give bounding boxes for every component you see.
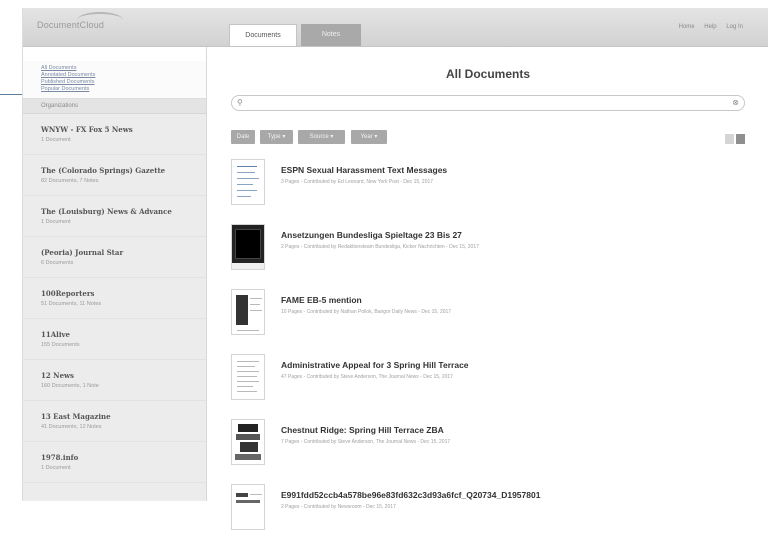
main-panel: All Documents ⚲ ⊗ Date Type ▾ Source ▾ Y…	[207, 47, 768, 530]
document-thumbnail[interactable]	[231, 289, 265, 335]
clear-search-icon[interactable]: ⊗	[732, 98, 739, 107]
sidebar: All Documents Annotated Documents Publis…	[23, 47, 207, 501]
document-item[interactable]: E991fdd52ccb4a578be96e83fd632c3d93a6fcf_…	[231, 484, 751, 540]
document-item[interactable]: Chestnut Ridge: Spring Hill Terrace ZBA …	[231, 419, 751, 475]
home-link[interactable]: Home	[679, 24, 695, 30]
document-meta: 7 Pages - Contributed by Steve Anderson,…	[281, 439, 451, 445]
list-view-icon[interactable]	[725, 134, 734, 144]
sidebar-item-organization[interactable]: The (Colorado Springs) Gazette 82 Documen…	[23, 155, 206, 196]
organization-name: 1978.info	[41, 453, 79, 462]
sidebar-item-organization[interactable]: The (Louisburg) News & Advance 1 Document	[23, 196, 206, 237]
document-meta: 3 Pages - Contributed by Ed Leonard, New…	[281, 179, 434, 185]
grid-view-icon[interactable]	[736, 134, 745, 144]
tab-notes[interactable]: Notes	[301, 24, 361, 46]
document-title[interactable]: Chestnut Ridge: Spring Hill Terrace ZBA	[281, 425, 444, 435]
tab-documents[interactable]: Documents	[229, 24, 297, 46]
organization-name: 12 News	[41, 371, 74, 380]
organization-stats: 51 Documents, 11 Notes	[41, 301, 102, 307]
sidebar-item-organization[interactable]: 13 East Magazine 41 Documents, 12 Notes	[23, 401, 206, 442]
page-title: All Documents	[445, 67, 530, 81]
sidebar-link-all[interactable]: All Documents	[41, 65, 206, 72]
sidebar-item-organization[interactable]: WNYW - FX Fox 5 News 1 Document	[23, 114, 206, 155]
document-meta: 10 Pages - Contributed by Nathan Pollok,…	[281, 309, 452, 315]
view-toggles	[723, 131, 745, 149]
sidebar-item-organization[interactable]: 11Alive 155 Documents	[23, 319, 206, 360]
organization-name: The (Colorado Springs) Gazette	[41, 166, 166, 175]
document-thumbnail[interactable]	[231, 159, 265, 205]
filter-button-source[interactable]: Source ▾	[298, 130, 345, 144]
organization-stats: 1 Document	[41, 219, 71, 225]
organization-name: WNYW - FX Fox 5 News	[41, 125, 133, 134]
document-thumbnail[interactable]	[231, 419, 265, 465]
document-thumbnail[interactable]	[231, 354, 265, 400]
organization-stats: 155 Documents	[41, 342, 80, 348]
sidebar-link-popular[interactable]: Popular Documents	[41, 86, 206, 93]
filter-label: Source	[309, 134, 329, 140]
sidebar-link-published[interactable]: Published Documents	[41, 79, 206, 86]
sidebar-links: All Documents Annotated Documents Publis…	[23, 47, 206, 99]
accent-line	[0, 94, 22, 95]
search-icon: ⚲	[237, 98, 243, 107]
document-meta: 47 Pages - Contributed by Steve Anderson…	[281, 374, 453, 380]
filter-button-year[interactable]: Year ▾	[351, 130, 387, 144]
organization-name: 11Alive	[41, 330, 71, 339]
filter-button-type[interactable]: Type ▾	[260, 130, 293, 144]
organization-stats: 160 Documents, 1 Note	[41, 383, 99, 389]
organization-name: (Peoria) Journal Star	[41, 248, 124, 257]
sidebar-item-organization[interactable]: 12 News 160 Documents, 1 Note	[23, 360, 206, 401]
top-links: Home Help Log In	[671, 24, 743, 30]
organization-stats: 82 Documents, 7 Notes	[41, 178, 99, 184]
sidebar-item-organization[interactable]: (Peoria) Journal Star 6 Documents	[23, 237, 206, 278]
document-title[interactable]: E991fdd52ccb4a578be96e83fd632c3d93a6fcf_…	[281, 490, 540, 500]
sidebar-link-annotated[interactable]: Annotated Documents	[41, 72, 206, 79]
document-thumbnail[interactable]	[231, 224, 265, 270]
document-thumbnail[interactable]	[231, 484, 265, 530]
organization-name: The (Louisburg) News & Advance	[41, 207, 172, 216]
organization-stats: 1 Document	[41, 465, 71, 471]
help-link[interactable]: Help	[704, 24, 716, 30]
document-item[interactable]: ESPN Sexual Harassment Text Messages 3 P…	[231, 159, 751, 215]
document-item[interactable]: FAME EB-5 mention 10 Pages - Contributed…	[231, 289, 751, 345]
search-input[interactable]: ⚲ ⊗	[231, 95, 745, 111]
document-title[interactable]: Administrative Appeal for 3 Spring Hill …	[281, 360, 469, 370]
top-bar: DocumentCloud Documents Notes Home Help …	[23, 8, 768, 47]
document-item[interactable]: Administrative Appeal for 3 Spring Hill …	[231, 354, 751, 410]
document-title[interactable]: ESPN Sexual Harassment Text Messages	[281, 165, 447, 175]
document-meta: 2 Pages - Contributed by Redaktionsteam …	[281, 244, 479, 250]
document-title[interactable]: FAME EB-5 mention	[281, 295, 362, 305]
filter-button-date[interactable]: Date	[231, 130, 255, 144]
document-title[interactable]: Ansetzungen Bundesliga Spieltage 23 Bis …	[281, 230, 462, 240]
sidebar-section-header: Organizations	[23, 99, 206, 114]
organization-stats: 41 Documents, 12 Notes	[41, 424, 102, 430]
logo-swoosh-icon	[77, 12, 123, 28]
organization-name: 100Reporters	[41, 289, 95, 298]
organization-name: 13 East Magazine	[41, 412, 111, 421]
app-frame: DocumentCloud Documents Notes Home Help …	[22, 8, 768, 530]
logo[interactable]: DocumentCloud	[37, 12, 123, 30]
filter-label: Year	[360, 134, 373, 140]
filter-label: Type	[267, 134, 281, 140]
sidebar-item-organization[interactable]: 1978.info 1 Document	[23, 442, 206, 483]
organization-stats: 1 Document	[41, 137, 71, 143]
document-meta: 2 Pages - Contributed by Newsroom - Dec …	[281, 504, 396, 510]
filter-label: Date	[236, 134, 250, 140]
document-item[interactable]: Ansetzungen Bundesliga Spieltage 23 Bis …	[231, 224, 751, 280]
organization-stats: 6 Documents	[41, 260, 74, 266]
sidebar-item-organization[interactable]: 100Reporters 51 Documents, 11 Notes	[23, 278, 206, 319]
login-link[interactable]: Log In	[726, 24, 743, 30]
